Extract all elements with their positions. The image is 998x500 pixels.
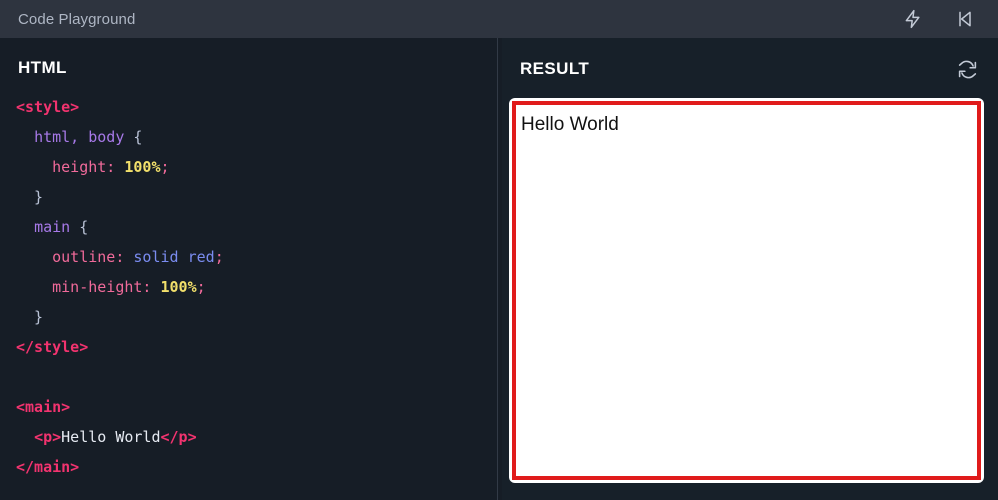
editor-header: HTML xyxy=(0,38,497,78)
app-title: Code Playground xyxy=(18,10,136,28)
result-output-text: Hello World xyxy=(521,114,619,135)
code-line: min-height: 100%; xyxy=(16,272,497,302)
code-line: <p>Hello World</p> xyxy=(16,422,497,452)
code-token: <p> xyxy=(34,428,62,446)
code-line: <main> xyxy=(16,392,497,422)
code-token: </p> xyxy=(160,428,197,446)
code-token: ; xyxy=(196,278,206,296)
panes-container: HTML <style> html, body { height: 100%; … xyxy=(0,38,998,500)
code-token: <main> xyxy=(16,398,71,416)
code-token: 100% xyxy=(160,278,197,296)
code-playground-app: Code Playground HTML <style> html, body xyxy=(0,0,998,500)
code-token: main xyxy=(34,218,71,236)
code-token: </main> xyxy=(16,458,80,476)
code-token: <style> xyxy=(16,98,80,116)
code-line: html, body { xyxy=(16,122,497,152)
code-editor[interactable]: <style> html, body { height: 100%; } mai… xyxy=(0,92,497,482)
code-line: outline: solid red; xyxy=(16,242,497,272)
code-line: </style> xyxy=(16,332,497,362)
result-iframe[interactable]: Hello World xyxy=(512,101,981,480)
code-token: html, body xyxy=(34,128,125,146)
code-line: main { xyxy=(16,212,497,242)
editor-pane[interactable]: HTML <style> html, body { height: 100%; … xyxy=(0,38,497,500)
code-line: </main> xyxy=(16,452,497,482)
window-titlebar: Code Playground xyxy=(0,0,998,38)
code-token: outline: xyxy=(52,248,125,266)
code-line: height: 100%; xyxy=(16,152,497,182)
code-token: solid red xyxy=(133,248,215,266)
titlebar-actions xyxy=(902,8,984,30)
code-line: } xyxy=(16,182,497,212)
result-title: RESULT xyxy=(520,59,590,78)
editor-title: HTML xyxy=(18,58,67,77)
code-token: ; xyxy=(160,158,170,176)
code-token: 100% xyxy=(124,158,161,176)
code-token: min-height: xyxy=(52,278,152,296)
result-preview-panel: Hello World xyxy=(509,98,984,483)
code-line: } xyxy=(16,302,497,332)
code-line: <style> xyxy=(16,92,497,122)
code-token: Hello World xyxy=(61,428,161,446)
code-token: height: xyxy=(52,158,116,176)
result-header: RESULT xyxy=(502,38,998,80)
code-token: } xyxy=(16,308,44,326)
code-token: { xyxy=(124,128,143,146)
refresh-icon[interactable] xyxy=(956,58,978,80)
result-pane: RESULT Hello World xyxy=(502,38,998,500)
code-token: } xyxy=(16,188,44,206)
code-token: ; xyxy=(214,248,224,266)
code-token: { xyxy=(70,218,89,236)
code-token: </style> xyxy=(16,338,89,356)
skip-back-icon[interactable] xyxy=(954,8,976,30)
lightning-icon[interactable] xyxy=(902,8,924,30)
